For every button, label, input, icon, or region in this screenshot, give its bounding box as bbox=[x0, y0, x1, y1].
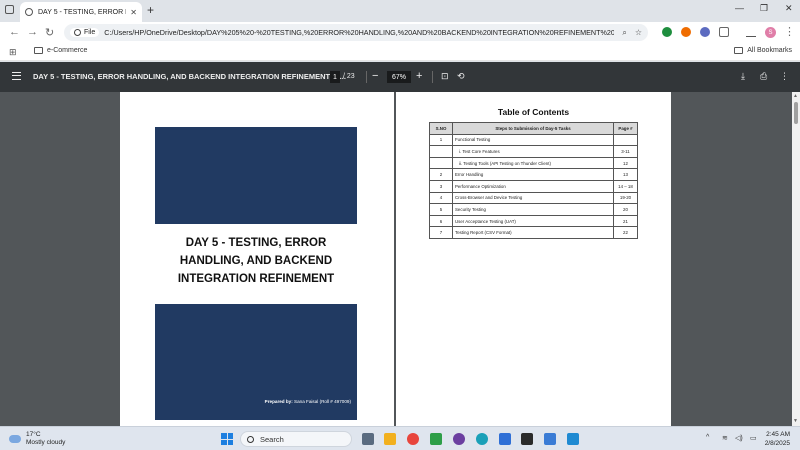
volume-icon[interactable]: ◁) bbox=[735, 434, 743, 442]
star-icon[interactable]: ☆ bbox=[635, 28, 642, 37]
divider bbox=[366, 71, 367, 83]
pdf-page-2: Table of Contents S.NO Steps to Submissi… bbox=[396, 92, 671, 426]
scroll-down-icon[interactable]: ▼ bbox=[793, 418, 798, 424]
divider bbox=[432, 71, 433, 83]
temperature: 17°C bbox=[26, 431, 41, 438]
table-row: 4 Cross-Browser and Device Testing 19-20 bbox=[429, 191, 638, 205]
pdf-page-1: DAY 5 - TESTING, ERROR HANDLING, AND BAC… bbox=[120, 92, 394, 426]
toc-table: S.NO Steps to Submission of Day-5 Tasks … bbox=[429, 122, 638, 239]
toc-header-step: Steps to Submission of Day-5 Tasks bbox=[452, 122, 614, 135]
browser-tab[interactable]: DAY 5 - TESTING, ERROR HANDLING ✕ bbox=[20, 2, 142, 22]
toc-header-page: Page # bbox=[613, 122, 638, 135]
scrollbar-thumb[interactable] bbox=[794, 102, 798, 124]
globe-icon bbox=[25, 8, 33, 16]
forward-icon[interactable]: → bbox=[27, 26, 38, 38]
scroll-up-icon[interactable]: ▲ bbox=[793, 93, 798, 99]
time: 2:45 AM bbox=[766, 431, 790, 438]
folder-icon bbox=[34, 47, 43, 54]
date: 2/8/2025 bbox=[764, 440, 790, 447]
edge-icon[interactable] bbox=[476, 433, 488, 445]
browser-toolbar: ← → ↻ File C:/Users/HP/OneDrive/Desktop/… bbox=[0, 22, 800, 43]
pdf-title: DAY 5 - TESTING, ERROR HANDLING, AND BAC… bbox=[33, 72, 346, 81]
battery-icon[interactable]: ▭ bbox=[750, 434, 757, 442]
prepared-by: Prepared by: Sana Faisal (Roll # 497009) bbox=[264, 399, 351, 404]
address-bar[interactable]: File C:/Users/HP/OneDrive/Desktop/DAY%20… bbox=[64, 24, 648, 41]
all-bookmarks[interactable]: All Bookmarks bbox=[734, 47, 792, 54]
file-chip[interactable]: File bbox=[70, 28, 100, 37]
cover-band-bottom: Prepared by: Sana Faisal (Roll # 497009) bbox=[155, 304, 357, 420]
weather-widget[interactable]: 17°C Mostly cloudy bbox=[9, 431, 65, 447]
apps-icon[interactable]: ⊞ bbox=[9, 47, 17, 58]
vscode-icon[interactable] bbox=[567, 433, 579, 445]
app-icon-blue[interactable] bbox=[544, 433, 556, 445]
table-row: 2 Error Handling 13 bbox=[429, 168, 638, 181]
wifi-icon[interactable]: ≋ bbox=[722, 434, 728, 442]
zoom-input[interactable]: 67% bbox=[387, 71, 411, 83]
search-icon bbox=[247, 435, 254, 443]
puzzle-icon[interactable] bbox=[719, 27, 729, 37]
file-explorer-icon[interactable] bbox=[384, 433, 396, 445]
cover-title: DAY 5 - TESTING, ERROR HANDLING, AND BAC… bbox=[177, 237, 335, 285]
more-actions-icon[interactable]: ⋮ bbox=[780, 71, 789, 82]
print-icon[interactable]: ⎙ bbox=[760, 71, 767, 82]
window-close-icon[interactable]: ✕ bbox=[785, 3, 793, 14]
page-count: / 23 bbox=[343, 73, 355, 80]
toc-header-sno: S.NO bbox=[429, 122, 453, 135]
table-row: 3 Performance Optimization 14 – 18 bbox=[429, 179, 638, 193]
table-row: 5 Security Testing 20 bbox=[429, 203, 638, 216]
app-icon-green[interactable] bbox=[430, 433, 442, 445]
info-icon bbox=[74, 29, 81, 36]
bookmarks-bar: ⊞ e-Commerce All Bookmarks bbox=[0, 43, 800, 61]
app-icon-purple[interactable] bbox=[453, 433, 465, 445]
toc-title: Table of Contents bbox=[497, 107, 570, 117]
cloud-icon bbox=[9, 435, 21, 443]
weather-text: Mostly cloudy bbox=[26, 439, 66, 446]
chevron-up-icon[interactable]: ^ bbox=[706, 434, 709, 441]
tab-title: DAY 5 - TESTING, ERROR HANDLING bbox=[38, 8, 126, 16]
menu-icon[interactable] bbox=[12, 72, 21, 80]
new-tab-button[interactable]: + bbox=[147, 3, 154, 17]
notepad-icon[interactable] bbox=[499, 433, 511, 445]
vertical-scrollbar[interactable] bbox=[792, 92, 800, 426]
minimize-icon[interactable]: — bbox=[735, 3, 744, 13]
settings-extension-icon[interactable] bbox=[700, 27, 710, 37]
taskbar-search[interactable]: Search bbox=[240, 431, 352, 447]
start-button[interactable] bbox=[221, 433, 233, 445]
cover-band-top bbox=[155, 127, 357, 224]
extension-icon[interactable] bbox=[681, 27, 691, 37]
pdf-toolbar: DAY 5 - TESTING, ERROR HANDLING, AND BAC… bbox=[0, 62, 800, 92]
reload-icon[interactable]: ↻ bbox=[45, 26, 54, 39]
rotate-icon[interactable]: ⟲ bbox=[457, 71, 465, 82]
folder-icon bbox=[734, 47, 744, 54]
profile-avatar[interactable]: S bbox=[765, 27, 776, 38]
taskbar: 17°C Mostly cloudy Search ^ ≋ ◁) ▭ 2:45 … bbox=[0, 426, 800, 450]
tab-search-icon[interactable] bbox=[5, 5, 14, 14]
table-row: i. Test Core Features 3-11 bbox=[429, 145, 638, 158]
close-icon[interactable]: ✕ bbox=[130, 8, 137, 17]
chrome-icon[interactable] bbox=[407, 433, 419, 445]
back-icon[interactable]: ← bbox=[9, 26, 20, 38]
zoom-icon[interactable]: ⌕ bbox=[622, 28, 626, 38]
clock[interactable]: 2:45 AM 2/8/2025 bbox=[765, 430, 790, 448]
table-row: 6 User Acceptance Testing (UAT) 21 bbox=[429, 214, 638, 228]
more-icon[interactable]: ⋮ bbox=[784, 25, 795, 38]
downloads-icon[interactable] bbox=[746, 27, 756, 37]
task-view-icon[interactable] bbox=[362, 433, 374, 445]
zoom-out-button[interactable]: − bbox=[372, 70, 378, 82]
zoom-in-button[interactable]: + bbox=[416, 70, 422, 82]
fit-page-icon[interactable]: ⊡ bbox=[441, 71, 449, 82]
bookmark-ecommerce[interactable]: e-Commerce bbox=[34, 47, 87, 54]
terminal-icon[interactable] bbox=[521, 433, 533, 445]
url-text: C:/Users/HP/OneDrive/Desktop/DAY%205%20-… bbox=[104, 28, 615, 37]
maximize-icon[interactable]: ❐ bbox=[760, 3, 768, 14]
tab-strip: DAY 5 - TESTING, ERROR HANDLING ✕ + — ❐ … bbox=[0, 0, 800, 22]
table-row: ii. Testing Tools (API Testing on Thunde… bbox=[429, 156, 638, 170]
download-extension-icon[interactable] bbox=[662, 27, 672, 37]
table-row: 7 Testing Report (CSV Format) 22 bbox=[429, 226, 638, 239]
document-viewer[interactable]: DAY 5 - TESTING, ERROR HANDLING, AND BAC… bbox=[0, 92, 792, 426]
download-icon[interactable]: ⤓ bbox=[741, 71, 745, 82]
table-row: 1 Functional Testing bbox=[429, 133, 638, 147]
page-number-input[interactable]: 1 bbox=[330, 71, 340, 83]
